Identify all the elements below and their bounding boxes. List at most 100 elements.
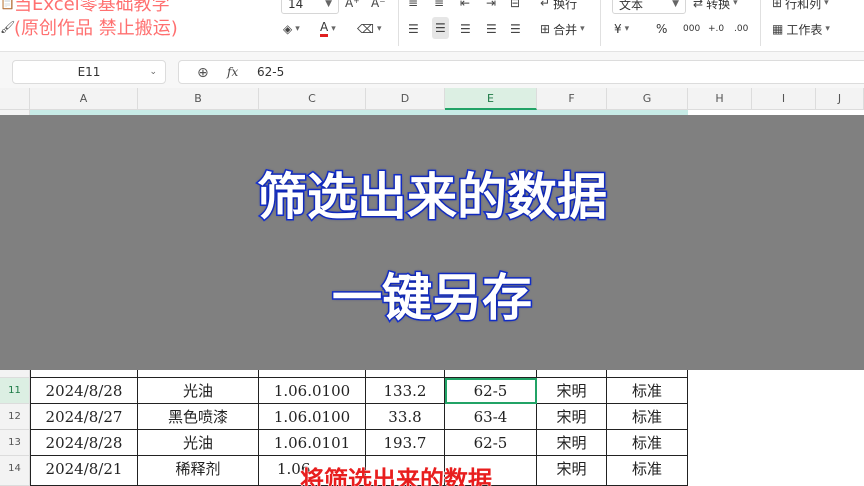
fill-color-button[interactable]: ◈ ▾ [283,18,300,40]
column-header-a[interactable]: A [30,88,138,110]
justify-icon: ☰ [486,22,497,36]
convert-button[interactable]: ⇄ 转换 ▾ [693,0,738,14]
table-cell[interactable]: 标准 [607,456,688,486]
convert-icon: ⇄ [693,0,704,10]
watermark-line-1: 当Excel零基础教学 [14,0,170,15]
table-cell[interactable]: 光油 [138,378,259,404]
text-direction-button[interactable]: ⊟ [510,0,520,14]
table-cell[interactable]: 宋明 [537,430,607,456]
merge-button[interactable]: ⊞ 合并 ▾ [540,18,585,40]
decrease-font-button[interactable]: A⁻ [371,0,386,14]
zoom-icon[interactable]: ⊕ [197,65,209,81]
indent-decrease-icon: ⇤ [460,0,471,10]
column-header-e[interactable]: E [445,88,537,110]
table-cell[interactable]: 193.7 [366,430,445,456]
worksheet-button[interactable]: ▦ 工作表 ▾ [772,18,830,40]
font-size-select[interactable]: 14 ▼ [281,0,339,14]
row-header-11[interactable]: 11 [0,378,30,404]
font-color-button[interactable]: A ▾ [320,18,336,40]
formula-bar: E11 ⌄ ⊕ fx 62-5 [0,52,864,88]
justify-button[interactable]: ☰ [486,18,497,40]
merge-icon: ⊞ [540,22,551,36]
formula-text: 62-5 [257,65,285,79]
column-header-b[interactable]: B [138,88,259,110]
column-header-g[interactable]: G [607,88,688,110]
percent-button[interactable]: % [656,18,667,40]
row-header-14[interactable]: 14 [0,456,30,486]
column-header-i[interactable]: I [752,88,816,110]
distributed-button[interactable]: ☰ [510,18,521,40]
column-header-j[interactable]: J [816,88,864,110]
font-size-value: 14 [288,0,304,11]
align-middle-button[interactable]: ≡ [434,0,444,14]
thousands-button[interactable]: 000 [683,18,700,40]
table-cell[interactable]: 稀释剂 [138,456,259,486]
table-cell[interactable]: 2024/8/28 [30,378,138,404]
align-center-button[interactable]: ☰ [432,17,449,39]
table-cell[interactable]: 宋明 [537,456,607,486]
worksheet-label: 工作表 [786,22,823,37]
increase-font-button[interactable]: A⁺ [345,0,360,14]
currency-symbol: ¥ [614,22,622,36]
formula-input[interactable]: ⊕ fx 62-5 [178,60,864,84]
increase-decimal-symbol: +.0 [708,24,725,34]
watermark-line-2: (原创作品 禁止搬运) [14,18,178,39]
align-left-button[interactable]: ☰ [408,18,419,40]
fill-bucket-icon: ◈ [283,22,293,36]
align-middle-icon: ≡ [434,0,445,10]
table-cell[interactable]: 33.8 [366,404,445,430]
indent-decrease-button[interactable]: ⇤ [460,0,470,14]
table-cell[interactable]: 2024/8/21 [30,456,138,486]
clipboard-group: 📋 [0,0,15,14]
table-cell[interactable]: 标准 [607,430,688,456]
table-cell[interactable]: 2024/8/28 [30,430,138,456]
table-cell[interactable]: 宋明 [537,378,607,404]
format-painter-icon[interactable]: 🖌 [0,21,15,33]
align-top-button[interactable]: ≡ [408,0,418,14]
column-header-c[interactable]: C [259,88,366,110]
active-cell[interactable]: 62-5 [445,378,537,404]
chevron-down-icon: ⌄ [149,67,157,77]
clear-button[interactable]: ⌫ ▾ [357,18,382,40]
number-format-select[interactable]: 文本 ▼ [612,0,686,14]
table-cell[interactable]: 光油 [138,430,259,456]
eraser-icon: ⌫ [357,22,374,36]
indent-increase-button[interactable]: ⇥ [486,0,496,14]
decrease-decimal-symbol: .00 [734,24,749,34]
table-cell[interactable]: 标准 [607,378,688,404]
table-cell[interactable]: 宋明 [537,404,607,430]
table-cell[interactable]: 63-4 [445,404,537,430]
rows-columns-button[interactable]: ⊞ 行和列 ▾ [772,0,829,14]
table-cell[interactable]: 标准 [607,404,688,430]
name-box[interactable]: E11 ⌄ [12,60,166,84]
merge-label: 合并 [553,22,578,37]
convert-label: 转换 [706,0,731,11]
row-header-13[interactable]: 13 [0,430,30,456]
wrap-text-button[interactable]: ↵ 换行 [540,0,577,14]
column-header-h[interactable]: H [688,88,752,110]
table-cell[interactable]: 133.2 [366,378,445,404]
align-left-icon: ☰ [408,22,419,36]
table-cell[interactable]: 1.06.0100 [259,404,366,430]
indent-increase-icon: ⇥ [486,0,497,10]
fx-icon[interactable]: fx [227,65,238,79]
table-cell[interactable]: 1.06.0100 [259,378,366,404]
column-header-d[interactable]: D [366,88,445,110]
select-all-corner[interactable] [0,88,30,110]
row-header-12[interactable]: 12 [0,404,30,430]
overlay-title: 筛选出来的数据 [256,167,609,228]
decrease-decimal-button[interactable]: .00 [734,18,748,40]
font-color-icon: A [320,21,329,37]
column-header-f[interactable]: F [537,88,607,110]
table-cell[interactable]: 1.06.0101 [259,430,366,456]
table-cell[interactable]: 62-5 [445,430,537,456]
table-cell[interactable]: 黑色喷漆 [138,404,259,430]
align-right-icon: ☰ [460,22,471,36]
worksheet-icon: ▦ [772,22,784,36]
paste-icon[interactable]: 📋 [0,0,15,9]
currency-button[interactable]: ¥ ▾ [614,18,629,40]
increase-decimal-button[interactable]: +.0 [708,18,724,40]
align-right-button[interactable]: ☰ [460,18,471,40]
chevron-down-icon: ▼ [325,0,332,9]
table-cell[interactable]: 2024/8/27 [30,404,138,430]
